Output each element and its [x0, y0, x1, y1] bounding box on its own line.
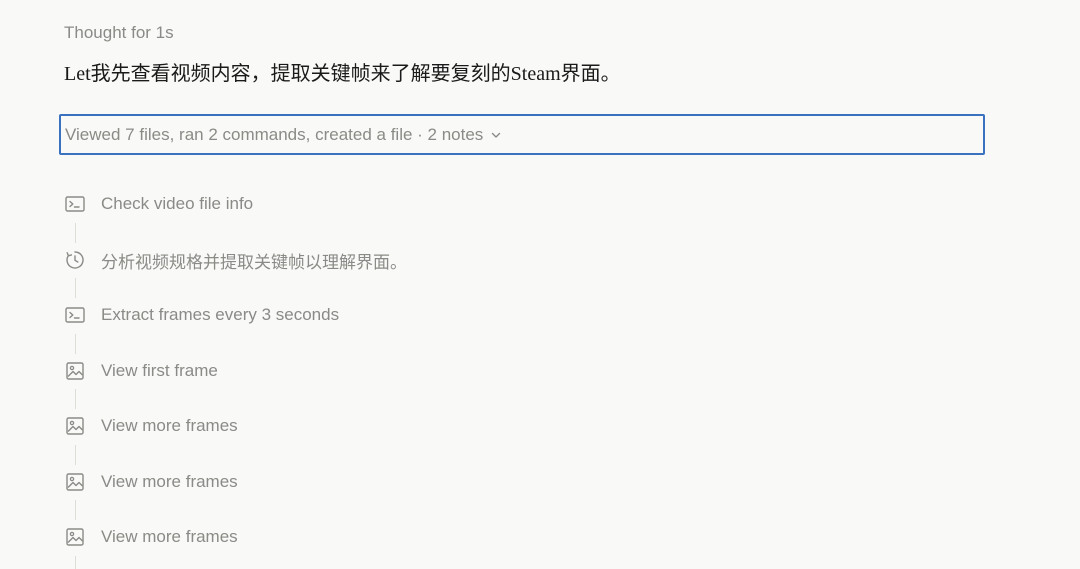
image-icon: [64, 415, 86, 437]
assistant-message: Let我先查看视频内容，提取关键帧来了解要复刻的Steam界面。: [64, 63, 621, 85]
timeline-connector: [75, 334, 76, 354]
step-check-video-info[interactable]: Check video file info: [64, 190, 253, 218]
tool-summary-toggle[interactable]: Viewed 7 files, ran 2 commands, created …: [59, 114, 985, 155]
step-label: View more frames: [101, 416, 238, 435]
tool-summary-text: Viewed 7 files, ran 2 commands, created …: [65, 124, 484, 144]
timeline-connector: [75, 445, 76, 465]
thought-duration[interactable]: Thought for 1s: [64, 21, 174, 45]
timeline-connector: [75, 500, 76, 520]
image-icon: [64, 360, 86, 382]
step-extract-frames[interactable]: Extract frames every 3 seconds: [64, 301, 339, 329]
step-label: View more frames: [101, 472, 238, 491]
chevron-down-icon: [490, 129, 502, 141]
timeline-connector: [75, 389, 76, 409]
step-view-first-frame[interactable]: View first frame: [64, 357, 218, 385]
step-note[interactable]: 分析视频规格并提取关键帧以理解界面。: [64, 246, 407, 274]
image-icon: [64, 471, 86, 493]
timeline-connector: [75, 556, 76, 569]
step-view-more-frames[interactable]: View more frames: [64, 468, 238, 496]
step-view-more-frames[interactable]: View more frames: [64, 523, 238, 551]
step-label: Check video file info: [101, 194, 254, 213]
step-label: View more frames: [101, 527, 238, 546]
step-label: View first frame: [101, 361, 218, 380]
step-label: Extract frames every 3 seconds: [101, 305, 340, 324]
step-label: 分析视频规格并提取关键帧以理解界面。: [101, 252, 407, 272]
timeline-connector: [75, 223, 76, 243]
terminal-icon: [64, 304, 86, 326]
image-icon: [64, 526, 86, 548]
chat-transcript: Thought for 1s Let我先查看视频内容，提取关键帧来了解要复刻的S…: [0, 0, 1080, 569]
clock-icon: [64, 249, 86, 271]
timeline-connector: [75, 278, 76, 298]
terminal-icon: [64, 193, 86, 215]
step-view-more-frames[interactable]: View more frames: [64, 412, 238, 440]
